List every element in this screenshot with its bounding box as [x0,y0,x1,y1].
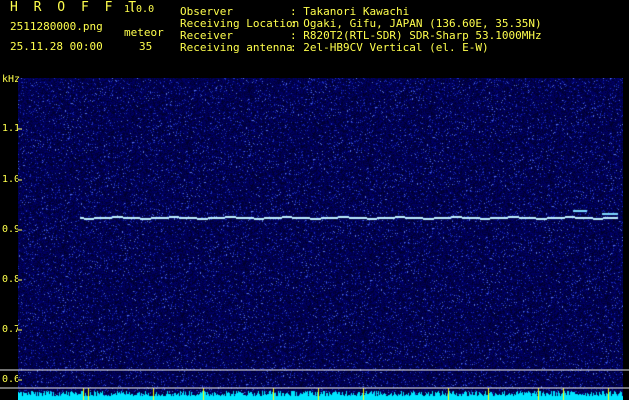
axis-lines [0,128,629,389]
